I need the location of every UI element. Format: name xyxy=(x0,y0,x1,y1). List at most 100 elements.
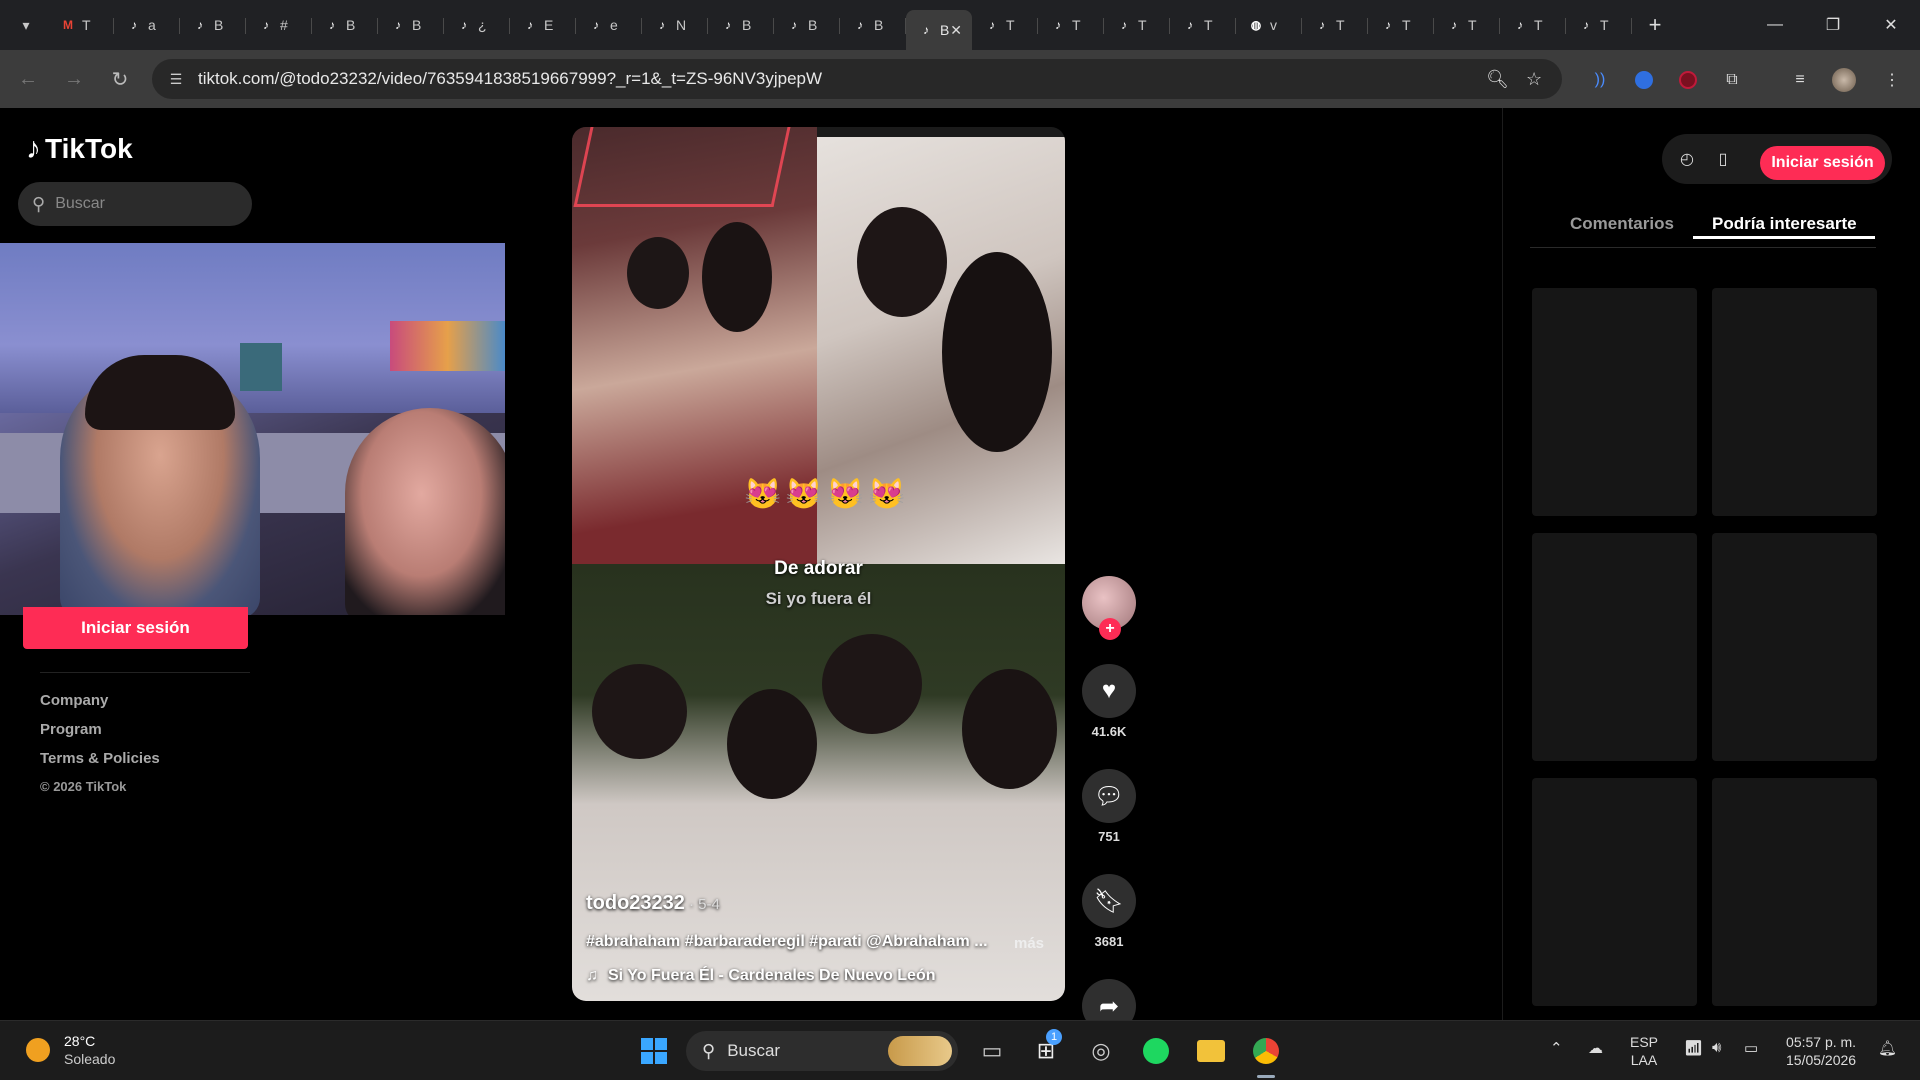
file-explorer-icon[interactable] xyxy=(1195,1035,1227,1067)
browser-tab[interactable]: ♪ T xyxy=(1566,8,1632,42)
media-control-icon[interactable]: ≡ xyxy=(1788,68,1812,92)
address-bar[interactable]: ☰ tiktok.com/@todo23232/video/7635941838… xyxy=(152,59,1562,99)
reload-button[interactable]: ↻ xyxy=(102,61,138,97)
browser-tab[interactable]: ♪ T xyxy=(1038,8,1104,42)
close-window-button[interactable]: ✕ xyxy=(1862,0,1920,50)
like-action[interactable]: ♥ 41.6K xyxy=(1082,664,1136,739)
close-tab-icon[interactable]: ✕ xyxy=(950,22,962,39)
browser-tab[interactable]: ♪ T xyxy=(972,8,1038,42)
restore-button[interactable]: ❐ xyxy=(1804,0,1862,50)
browser-menu-icon[interactable]: ⋮ xyxy=(1880,68,1904,92)
author-username[interactable]: todo23232 · 5-4 xyxy=(586,892,720,915)
wifi-icon[interactable]: 📶︎ xyxy=(1684,1039,1703,1057)
back-button[interactable]: ← xyxy=(10,61,46,97)
browser-tab[interactable]: ◍ v xyxy=(1236,8,1302,42)
start-button[interactable] xyxy=(638,1035,670,1067)
extension-blue-icon[interactable] xyxy=(1632,68,1656,92)
site-info-icon[interactable]: ☰ xyxy=(162,71,190,88)
suggested-video-placeholder[interactable] xyxy=(1532,288,1697,516)
footer-link-terms[interactable]: Terms & Policies xyxy=(40,750,160,767)
copyright-text: © 2026 TikTok xyxy=(40,779,127,794)
extension-audio-icon[interactable]: )) xyxy=(1588,68,1612,92)
heart-icon[interactable]: ♥ xyxy=(1082,664,1136,718)
share-action[interactable]: ➦ 3024 xyxy=(1082,979,1136,1020)
profile-avatar[interactable] xyxy=(1832,68,1856,92)
phone-app-icon[interactable]: ▯ xyxy=(1712,148,1734,170)
browser-tab[interactable]: ♪ T xyxy=(1434,8,1500,42)
zoom-icon[interactable]: 🔍︎ xyxy=(1486,69,1509,90)
more-button[interactable]: más xyxy=(1014,935,1044,952)
browser-tab[interactable]: ♪ B xyxy=(840,8,906,42)
compass-icon[interactable]: ◴ xyxy=(1676,148,1698,170)
volume-icon[interactable]: 🔊︎ xyxy=(1712,1039,1721,1056)
browser-tab[interactable]: ♪ T xyxy=(1302,8,1368,42)
browser-tab[interactable]: ♪ e xyxy=(576,8,642,42)
suggested-video-placeholder[interactable] xyxy=(1712,288,1877,516)
browser-tab[interactable]: ♪ B ✕ xyxy=(906,10,972,50)
suggested-video-placeholder[interactable] xyxy=(1712,533,1877,761)
new-tab-button[interactable]: + xyxy=(1640,10,1670,40)
comment-bubble-icon[interactable]: 💬︎ xyxy=(1082,769,1136,823)
comment-action[interactable]: 💬︎ 751 xyxy=(1082,769,1136,844)
suggested-video-placeholder[interactable] xyxy=(1532,778,1697,1006)
search-input[interactable]: ⚲ Buscar xyxy=(18,182,252,226)
bookmark-icon[interactable]: 🔖︎ xyxy=(1082,874,1136,928)
browser-tab[interactable]: ♪ # xyxy=(246,8,312,42)
browser-tab[interactable]: ♪ T xyxy=(1500,8,1566,42)
url-text[interactable]: tiktok.com/@todo23232/video/763594183851… xyxy=(198,69,822,89)
browser-tab[interactable]: ♪ T xyxy=(1368,8,1434,42)
search-highlight-image xyxy=(888,1036,952,1066)
chrome-icon[interactable] xyxy=(1250,1035,1282,1067)
notification-bell-icon[interactable]: 🔔︎ xyxy=(1878,1039,1897,1057)
browser-tab[interactable]: ♪ B xyxy=(774,8,840,42)
browser-tab[interactable]: ♪ N xyxy=(642,8,708,42)
footer-link-company[interactable]: Company xyxy=(40,692,160,709)
tray-overflow-icon[interactable]: ⌃ xyxy=(1550,1039,1563,1057)
browser-tab[interactable]: ♪ B xyxy=(378,8,444,42)
browser-tab[interactable]: ♪ B xyxy=(312,8,378,42)
extension-red-icon[interactable] xyxy=(1676,68,1700,92)
video-player[interactable]: 😻😻😻😻 De adorar Si yo fuera él todo23232 ·… xyxy=(572,127,1065,1001)
minimize-button[interactable]: — xyxy=(1746,0,1804,50)
onedrive-icon[interactable]: ☁ xyxy=(1588,1039,1603,1057)
browser-tab[interactable]: ♪ T xyxy=(1170,8,1236,42)
browser-tab[interactable]: ♪ B xyxy=(708,8,774,42)
browser-tab[interactable]: MT xyxy=(48,8,114,42)
browser-tab[interactable]: ♪ T xyxy=(1104,8,1170,42)
weather-widget[interactable]: 28°C Soleado xyxy=(26,1033,115,1067)
extensions-puzzle-icon[interactable]: ⧉ xyxy=(1720,68,1744,92)
suggested-video-placeholder[interactable] xyxy=(1712,778,1877,1006)
share-arrow-icon[interactable]: ➦ xyxy=(1082,979,1136,1020)
music-link[interactable]: ♫ Si Yo Fuera Él - Cardenales De Nuevo Le… xyxy=(586,967,936,985)
spotify-icon[interactable] xyxy=(1140,1035,1172,1067)
taskbar-search[interactable]: ⚲ Buscar xyxy=(686,1031,958,1071)
browser-tab[interactable]: ♪ a xyxy=(114,8,180,42)
search-placeholder: Buscar xyxy=(55,195,105,212)
suggested-video-placeholder[interactable] xyxy=(1532,533,1697,761)
tiktok-icon: ♪ xyxy=(1121,18,1127,32)
battery-icon[interactable]: ▭ xyxy=(1744,1039,1758,1057)
video-hashtags[interactable]: #abrahaham #barbaraderegil #parati @Abra… xyxy=(586,933,988,951)
tiktok-logo[interactable]: ♪ TikTok xyxy=(26,132,133,166)
system-clock[interactable]: 05:57 p. m. 15/05/2026 xyxy=(1786,1033,1856,1069)
language-indicator[interactable]: ESP LAA xyxy=(1630,1033,1658,1069)
follow-plus-icon[interactable]: + xyxy=(1099,618,1121,640)
save-action[interactable]: 🔖︎ 3681 xyxy=(1082,874,1136,949)
browser-tab[interactable]: ♪ ¿ xyxy=(444,8,510,42)
obs-icon[interactable]: ◎ xyxy=(1085,1035,1117,1067)
forward-button[interactable]: → xyxy=(56,61,92,97)
tab-search-button[interactable]: ▾ xyxy=(12,11,40,39)
browser-tab-strip: ▾ M T ♪ a ♪ B ♪ # ♪ B ♪ B ♪ ¿ ♪ E ♪ e ♪ N ♪ B ♪ B ♪ B ♪ B ✕ ♪ T ♪ T ♪ T ♪ T ◍… xyxy=(0,0,1920,50)
author-avatar[interactable]: + xyxy=(1082,576,1136,640)
tab-title: T xyxy=(82,17,91,33)
tab-comments[interactable]: Comentarios xyxy=(1570,214,1674,234)
browser-tab[interactable]: ♪ B xyxy=(180,8,246,42)
browser-tab[interactable]: ♪ E xyxy=(510,8,576,42)
tab-might-interest[interactable]: Podría interesarte xyxy=(1712,214,1857,234)
login-button-sidebar[interactable]: Iniciar sesión xyxy=(23,607,248,649)
bookmark-star-icon[interactable]: ☆ xyxy=(1526,69,1542,90)
temperature: 28°C xyxy=(64,1033,96,1049)
login-button-top[interactable]: Iniciar sesión xyxy=(1760,146,1885,180)
task-view-icon[interactable]: ▭ xyxy=(976,1035,1008,1067)
footer-link-program[interactable]: Program xyxy=(40,721,160,738)
